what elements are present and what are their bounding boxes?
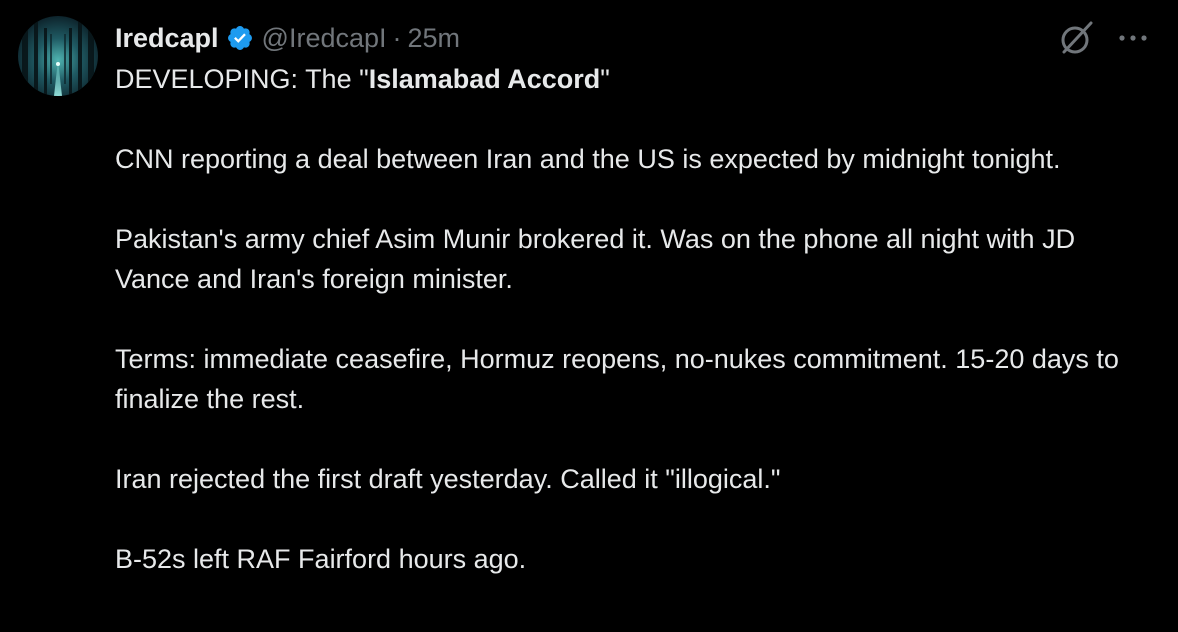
display-name[interactable]: Iredcapl	[115, 23, 219, 54]
avatar-forest-image	[18, 16, 98, 96]
avatar[interactable]	[18, 16, 98, 96]
tweet-paragraph-terms: Terms: immediate ceasefire, Hormuz reope…	[115, 344, 1119, 414]
handle[interactable]: @IredcapI	[262, 23, 387, 54]
tweet-actions	[1058, 18, 1148, 58]
verified-badge-icon[interactable]	[226, 24, 254, 52]
headline-suffix: "	[600, 64, 610, 94]
headline-prefix: DEVELOPING: The "	[115, 64, 369, 94]
tweet-paragraph-rejected: Iran rejected the first draft yesterday.…	[115, 464, 781, 494]
tweet-text: DEVELOPING: The "Islamabad Accord" CNN r…	[115, 59, 1135, 579]
grok-icon[interactable]	[1058, 19, 1096, 57]
headline-bold: Islamabad Accord	[368, 64, 601, 94]
more-options-icon[interactable]	[1118, 33, 1148, 43]
tweet-paragraph-b52: B-52s left RAF Fairford hours ago.	[115, 544, 527, 574]
tweet-paragraph-headline: DEVELOPING: The "Islamabad Accord"	[115, 59, 1135, 99]
separator-dot: ·	[392, 22, 402, 53]
tweet-header: Iredcapl @IredcapI · 25m	[115, 18, 460, 58]
tweet-paragraph-cnn: CNN reporting a deal between Iran and th…	[115, 144, 1061, 174]
tweet: Iredcapl @IredcapI · 25m DEVELOPING: The…	[0, 0, 1178, 632]
tweet-paragraph-pakistan: Pakistan's army chief Asim Munir brokere…	[115, 224, 1076, 294]
timestamp[interactable]: 25m	[408, 23, 461, 54]
